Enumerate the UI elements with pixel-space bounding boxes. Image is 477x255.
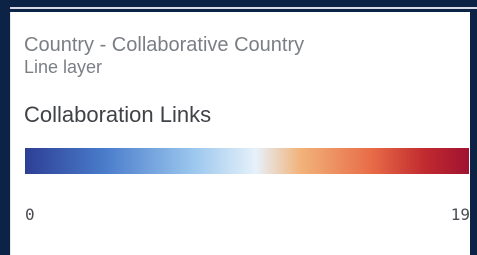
layer-name: Country - Collaborative Country (24, 34, 305, 56)
scale-max-label: 19 (450, 205, 470, 224)
layer-type: Line layer (24, 57, 103, 77)
window-frame-top (0, 0, 477, 7)
legend-panel: Country - Collaborative Country Line lay… (10, 12, 470, 255)
window-frame-border (10, 7, 477, 9)
window-frame-right (470, 9, 477, 255)
legend-title: Collaboration Links (24, 102, 212, 127)
color-scale-bar (25, 148, 469, 174)
scale-min-label: 0 (25, 205, 35, 224)
